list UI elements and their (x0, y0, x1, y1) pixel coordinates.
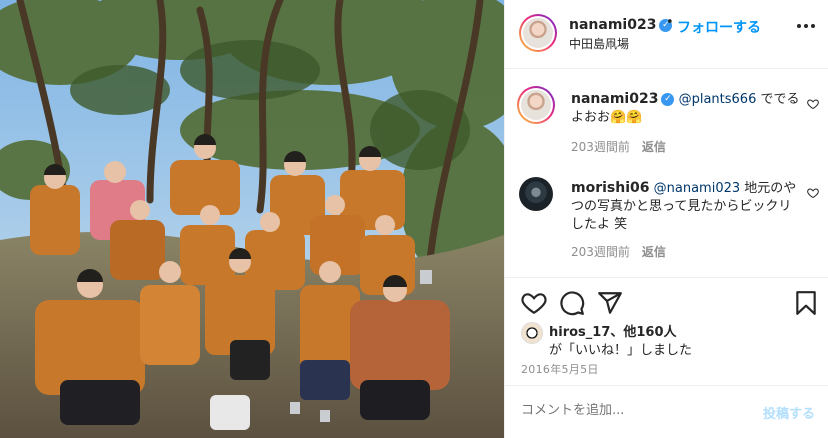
comment-bubble-icon[interactable] (559, 290, 585, 316)
reply-button[interactable]: 返信 (642, 140, 666, 154)
header-separator: • (666, 15, 674, 30)
comment-username[interactable]: morishi06 (571, 180, 650, 196)
comment-text: nanami023 ✓ @plants666 ででるよおお🤗🤗 (571, 90, 803, 127)
more-options-icon[interactable] (797, 24, 815, 28)
post-photo[interactable] (0, 0, 504, 438)
comment-avatar[interactable] (519, 177, 553, 211)
likes-suffix-text: が「いいね！」しました (549, 343, 693, 358)
add-comment-bar: 投稿する (505, 385, 828, 438)
like-comment-heart-icon[interactable] (807, 98, 819, 110)
likes-summary[interactable]: hiros_17、他160人 (549, 321, 677, 340)
post-header: nanami023 ✓ • フォローする 中田島凧場 (505, 0, 828, 69)
liker-username[interactable]: hiros_17 (549, 325, 610, 340)
post-location[interactable]: 中田島凧場 (569, 35, 629, 52)
comment-item: morishi06 @nanami023 地元のやつの写真かと思って見たからビッ… (519, 177, 819, 267)
group-photo-image (0, 0, 504, 438)
follow-button[interactable]: フォローする (677, 17, 761, 37)
comment-item: nanami023 ✓ @plants666 ででるよおお🤗🤗 203週間前 返信 (517, 86, 819, 158)
like-heart-icon[interactable] (521, 290, 547, 316)
author-username[interactable]: nanami023 ✓ (569, 17, 673, 33)
likes-count[interactable]: 、他160人 (610, 325, 676, 340)
add-comment-input[interactable] (521, 403, 741, 418)
like-comment-heart-icon[interactable] (807, 187, 819, 199)
share-paper-plane-icon[interactable] (597, 290, 623, 316)
comment-mention[interactable]: @nanami023 (654, 181, 741, 196)
comment-mention[interactable]: @plants666 (679, 92, 757, 107)
comment-age[interactable]: 203週間前 (571, 140, 630, 154)
comment-meta: 203週間前 返信 (571, 243, 666, 260)
post-comment-button[interactable]: 投稿する (763, 403, 815, 422)
liker-avatar[interactable] (521, 322, 543, 344)
verified-badge-icon: ✓ (661, 92, 675, 106)
comment-username[interactable]: nanami023 ✓ (571, 91, 675, 107)
post-side-panel: nanami023 ✓ • フォローする 中田島凧場 nanami023 ✓ @pl… (504, 0, 828, 438)
author-avatar[interactable] (519, 14, 557, 52)
comment-text: morishi06 @nanami023 地元のやつの写真かと思って見たからビッ… (571, 179, 803, 234)
save-bookmark-icon[interactable] (793, 290, 819, 316)
reply-button[interactable]: 返信 (642, 245, 666, 259)
comment-age[interactable]: 203週間前 (571, 245, 630, 259)
post-date[interactable]: 2016年5月5日 (521, 361, 599, 377)
comment-avatar[interactable] (517, 86, 555, 124)
comment-meta: 203週間前 返信 (571, 138, 666, 155)
